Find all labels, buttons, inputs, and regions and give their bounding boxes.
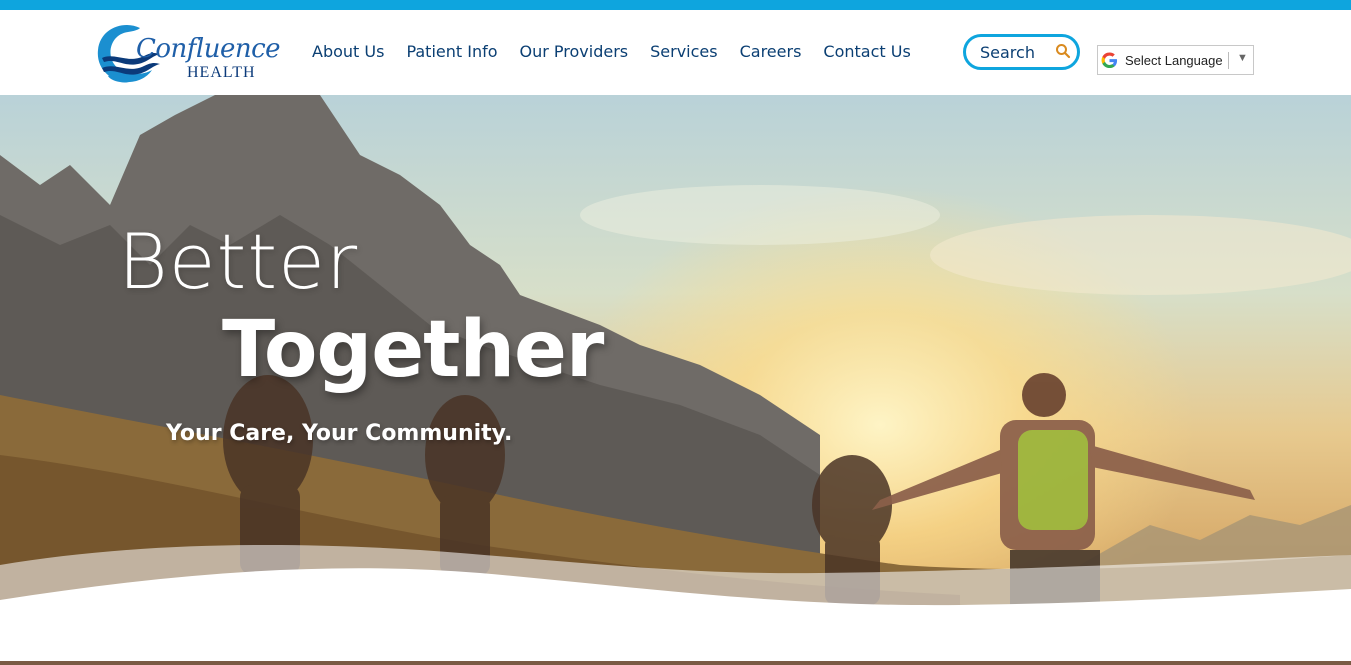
- hero-banner: Better Together Your Care, Your Communit…: [0, 95, 1351, 661]
- nav-item-contact-us[interactable]: Contact Us: [823, 42, 910, 66]
- nav-item-our-providers[interactable]: Our Providers: [520, 42, 629, 66]
- nav-item-services[interactable]: Services: [650, 42, 717, 66]
- dropdown-arrow-icon: ▼: [1237, 52, 1248, 64]
- confluence-health-logo[interactable]: Confluence HEALTH: [94, 18, 281, 86]
- search-icon: [1056, 44, 1071, 59]
- search-button[interactable]: Search: [963, 34, 1080, 70]
- top-accent-stripe: [0, 0, 1351, 10]
- hero-heading-line1: Better: [118, 217, 359, 306]
- site-header: Confluence HEALTH About Us Patient Info …: [0, 10, 1351, 95]
- search-label: Search: [980, 43, 1035, 62]
- main-nav: About Us Patient Info Our Providers Serv…: [312, 42, 933, 66]
- language-select[interactable]: Select Language ▼: [1097, 45, 1254, 75]
- language-select-divider: [1228, 52, 1229, 69]
- hero-heading-line2: Together: [222, 305, 604, 395]
- nav-item-patient-info[interactable]: Patient Info: [406, 42, 497, 66]
- logo-subtitle: HEALTH: [187, 64, 256, 81]
- nav-item-about-us[interactable]: About Us: [312, 42, 384, 66]
- logo-wordmark: Confluence: [136, 34, 281, 64]
- hero-tagline: Your Care, Your Community.: [166, 421, 513, 446]
- nav-item-careers[interactable]: Careers: [740, 42, 802, 66]
- language-select-label: Select Language: [1125, 53, 1223, 68]
- google-icon: [1101, 52, 1118, 69]
- hero-background-image: [0, 95, 1351, 661]
- next-section-edge: [0, 661, 1351, 665]
